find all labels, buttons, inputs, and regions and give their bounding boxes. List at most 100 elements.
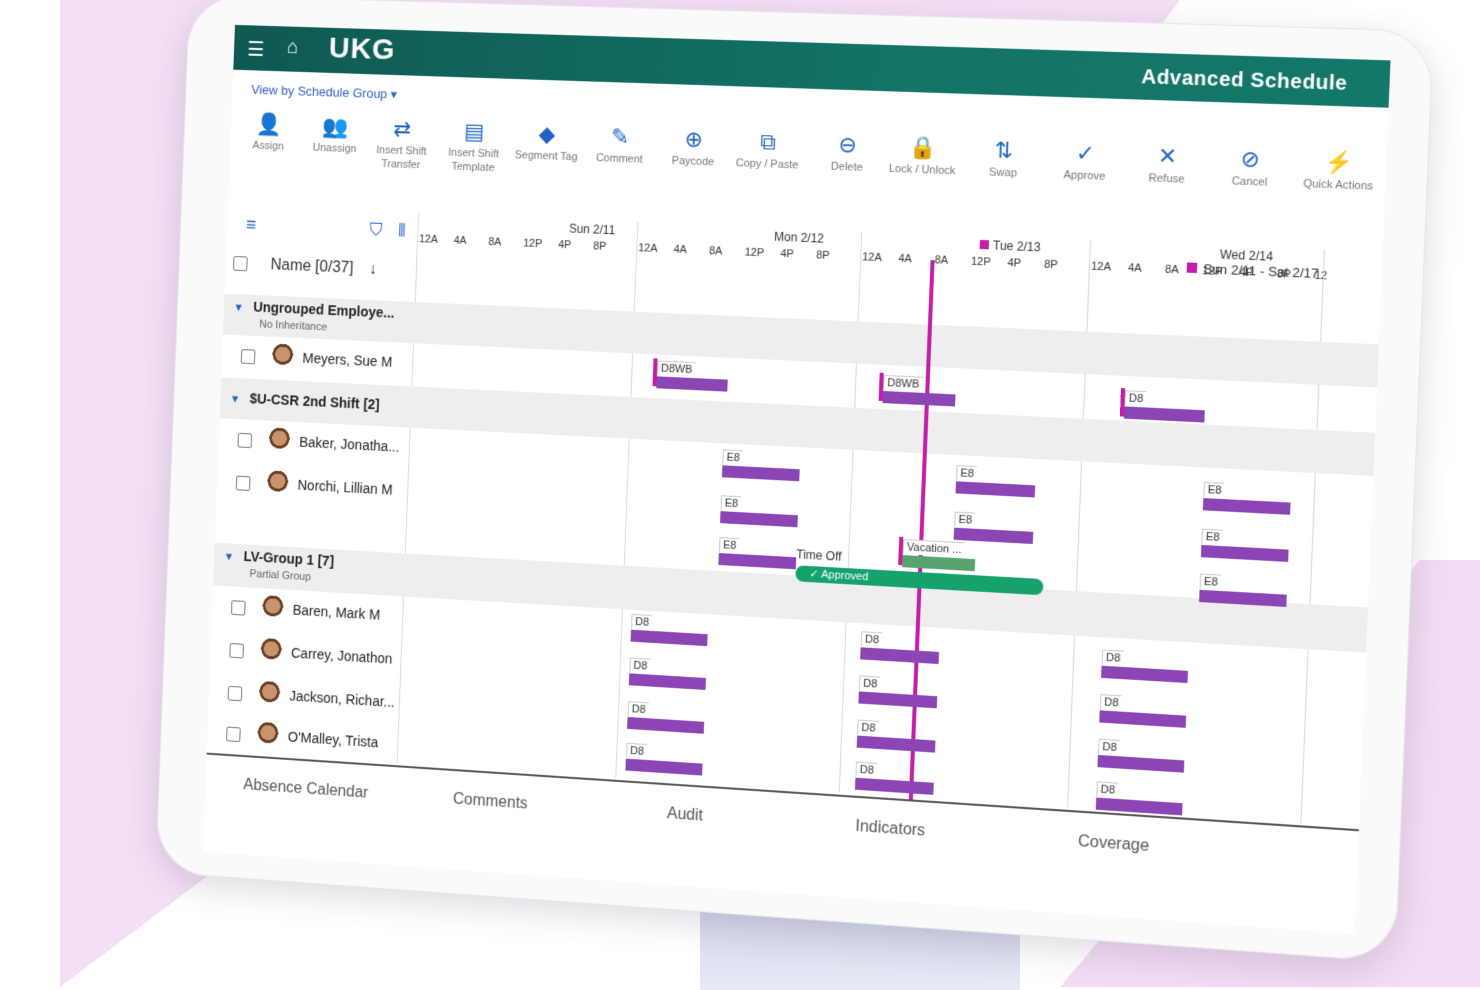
shift-label: D8 [1124, 390, 1146, 406]
collapse-triangle-icon[interactable]: ▼ [224, 551, 235, 563]
group-lv[interactable]: ▼ LV-Group 1 [7] Partial Group [223, 547, 334, 585]
x-icon: ✕ [1126, 140, 1210, 173]
hour-label: 4A [453, 235, 488, 248]
tab-comments[interactable]: Comments [453, 791, 528, 814]
shift-block[interactable]: D8 [631, 612, 709, 646]
tab-indicators[interactable]: Indicators [855, 818, 925, 841]
quick-actions-button[interactable]: ⚡ Quick Actions [1296, 146, 1382, 194]
quick-actions-label: Quick Actions [1303, 178, 1373, 193]
shift-label: E8 [719, 537, 740, 553]
paycode-button[interactable]: ⊕ Paycode [653, 123, 734, 170]
insert-shift-transfer-button[interactable]: ⇄ Insert Shift Transfer [362, 113, 441, 173]
delete-button[interactable]: ⊖ Delete [807, 129, 889, 176]
approved-label: Approved [821, 569, 869, 584]
unassign-label: Unassign [312, 142, 356, 155]
home-icon[interactable]: ⌂ [287, 36, 299, 59]
app-header: ☰ ⌂ UKG Advanced Schedule [233, 25, 1390, 108]
shift-block[interactable]: E8 [1199, 571, 1287, 606]
view-by-label: View by Schedule Group [251, 82, 387, 101]
cancel-button[interactable]: ⊘ Cancel [1208, 143, 1293, 191]
shift-label: E8 [956, 465, 977, 481]
shift-block[interactable]: E8 [1203, 480, 1291, 515]
employee-baker[interactable]: Baker, Jonatha... [237, 425, 400, 463]
shift-block[interactable]: E8 [956, 463, 1036, 497]
shift-block[interactable]: E8 [954, 510, 1034, 545]
shift-block[interactable]: D8WB [883, 373, 957, 407]
shift-block[interactable]: E8 [1201, 527, 1289, 562]
group-sub: Partial Group [249, 568, 333, 585]
shift-block[interactable]: E8 [722, 447, 801, 481]
row-checkbox[interactable] [226, 726, 241, 742]
shift-block[interactable]: D8 [1099, 692, 1187, 728]
range-marker-icon [1187, 262, 1198, 273]
view-by-dropdown[interactable]: View by Schedule Group ▾ [251, 82, 397, 103]
employee-baren[interactable]: Baren, Mark M [231, 592, 381, 630]
chevron-down-icon: ▾ [390, 87, 397, 102]
tab-coverage[interactable]: Coverage [1078, 833, 1150, 856]
refuse-button[interactable]: ✕ Refuse [1125, 140, 1209, 188]
segment-tag-button[interactable]: ◆ Segment Tag [507, 118, 586, 164]
shift-block[interactable]: D8 [1124, 388, 1206, 422]
hamburger-menu-icon[interactable]: ☰ [247, 37, 265, 62]
employee-name: Baker, Jonatha... [299, 434, 400, 455]
copy-paste-button[interactable]: ⧉ Copy / Paste [727, 126, 808, 173]
row-checkbox[interactable] [236, 475, 251, 490]
tab-absence-calendar[interactable]: Absence Calendar [243, 777, 369, 803]
employee-jackson[interactable]: Jackson, Richar... [227, 678, 395, 718]
shift-block[interactable]: D8 [625, 741, 703, 776]
employee-name: Norchi, Lillian M [297, 477, 393, 498]
shift-label: D8 [628, 701, 649, 717]
shift-block[interactable]: D8 [857, 718, 937, 753]
collapse-triangle-icon[interactable]: ▼ [233, 302, 244, 314]
group-ucsr[interactable]: ▼ $U-CSR 2nd Shift [2] [230, 389, 380, 412]
shift-block[interactable]: D8 [860, 629, 940, 664]
shift-block[interactable]: D8 [858, 673, 938, 708]
hour-label: 8A [934, 254, 971, 268]
row-checkbox[interactable] [237, 432, 252, 447]
comment-label: Comment [596, 152, 643, 166]
unassign-icon: 👥 [297, 111, 374, 143]
lock-unlock-button[interactable]: 🔒 Lock / Unlock [882, 131, 964, 178]
shift-block[interactable]: E8 [720, 493, 799, 527]
shift-block[interactable]: D8 [1097, 737, 1185, 773]
hour-label: 4A [673, 244, 709, 257]
collapse-triangle-icon[interactable]: ▼ [230, 393, 241, 405]
shift-label: D8 [1098, 739, 1120, 756]
comment-button[interactable]: ✎ Comment [580, 121, 660, 167]
tab-audit[interactable]: Audit [667, 805, 704, 825]
today-marker-icon [980, 240, 989, 249]
group-sub: No Inheritance [259, 319, 394, 337]
insert-shift-template-button[interactable]: ▤ Insert Shift Template [434, 116, 513, 176]
shift-block[interactable]: E8 [718, 535, 797, 569]
row-checkbox[interactable] [241, 349, 256, 364]
row-checkbox[interactable] [231, 600, 246, 615]
shift-block[interactable]: D8WB [656, 358, 728, 391]
comment-icon: ✎ [580, 121, 659, 154]
hour-label: 4P [780, 248, 816, 261]
hour-label: 8A [488, 236, 523, 249]
hour-label: 12P [523, 238, 558, 251]
shift-block[interactable]: D8 [1096, 779, 1184, 815]
lock-unlock-label: Lock / Unlock [889, 163, 956, 178]
shift-block[interactable]: D8 [627, 699, 705, 734]
shift-block[interactable]: D8 [1101, 647, 1189, 683]
employee-name: Jackson, Richar... [289, 687, 395, 709]
shift-label: D8WB [657, 360, 696, 377]
lightning-icon: ⚡ [1297, 146, 1382, 180]
shift-label: D8 [631, 614, 652, 630]
shift-label: D8 [626, 743, 647, 759]
employee-norchi[interactable]: Norchi, Lillian M [236, 468, 394, 506]
employee-meyers[interactable]: Meyers, Sue M [240, 341, 392, 377]
shift-label: D8 [857, 720, 879, 736]
employee-omalley[interactable]: O'Malley, Trista [226, 719, 379, 758]
ukg-logo: UKG [328, 32, 396, 67]
group-ungrouped[interactable]: ▼ Ungrouped Employe... No Inheritance [233, 298, 395, 337]
shift-block[interactable]: D8 [629, 655, 707, 690]
approve-button[interactable]: ✓ Approve [1043, 137, 1127, 185]
shift-block[interactable]: D8 [855, 760, 935, 795]
swap-button[interactable]: ⇅ Swap [962, 134, 1045, 181]
row-checkbox[interactable] [229, 642, 244, 657]
employee-carrey[interactable]: Carrey, Jonathon [229, 635, 393, 674]
row-checkbox[interactable] [228, 685, 243, 700]
shift-label: D8WB [883, 375, 923, 392]
